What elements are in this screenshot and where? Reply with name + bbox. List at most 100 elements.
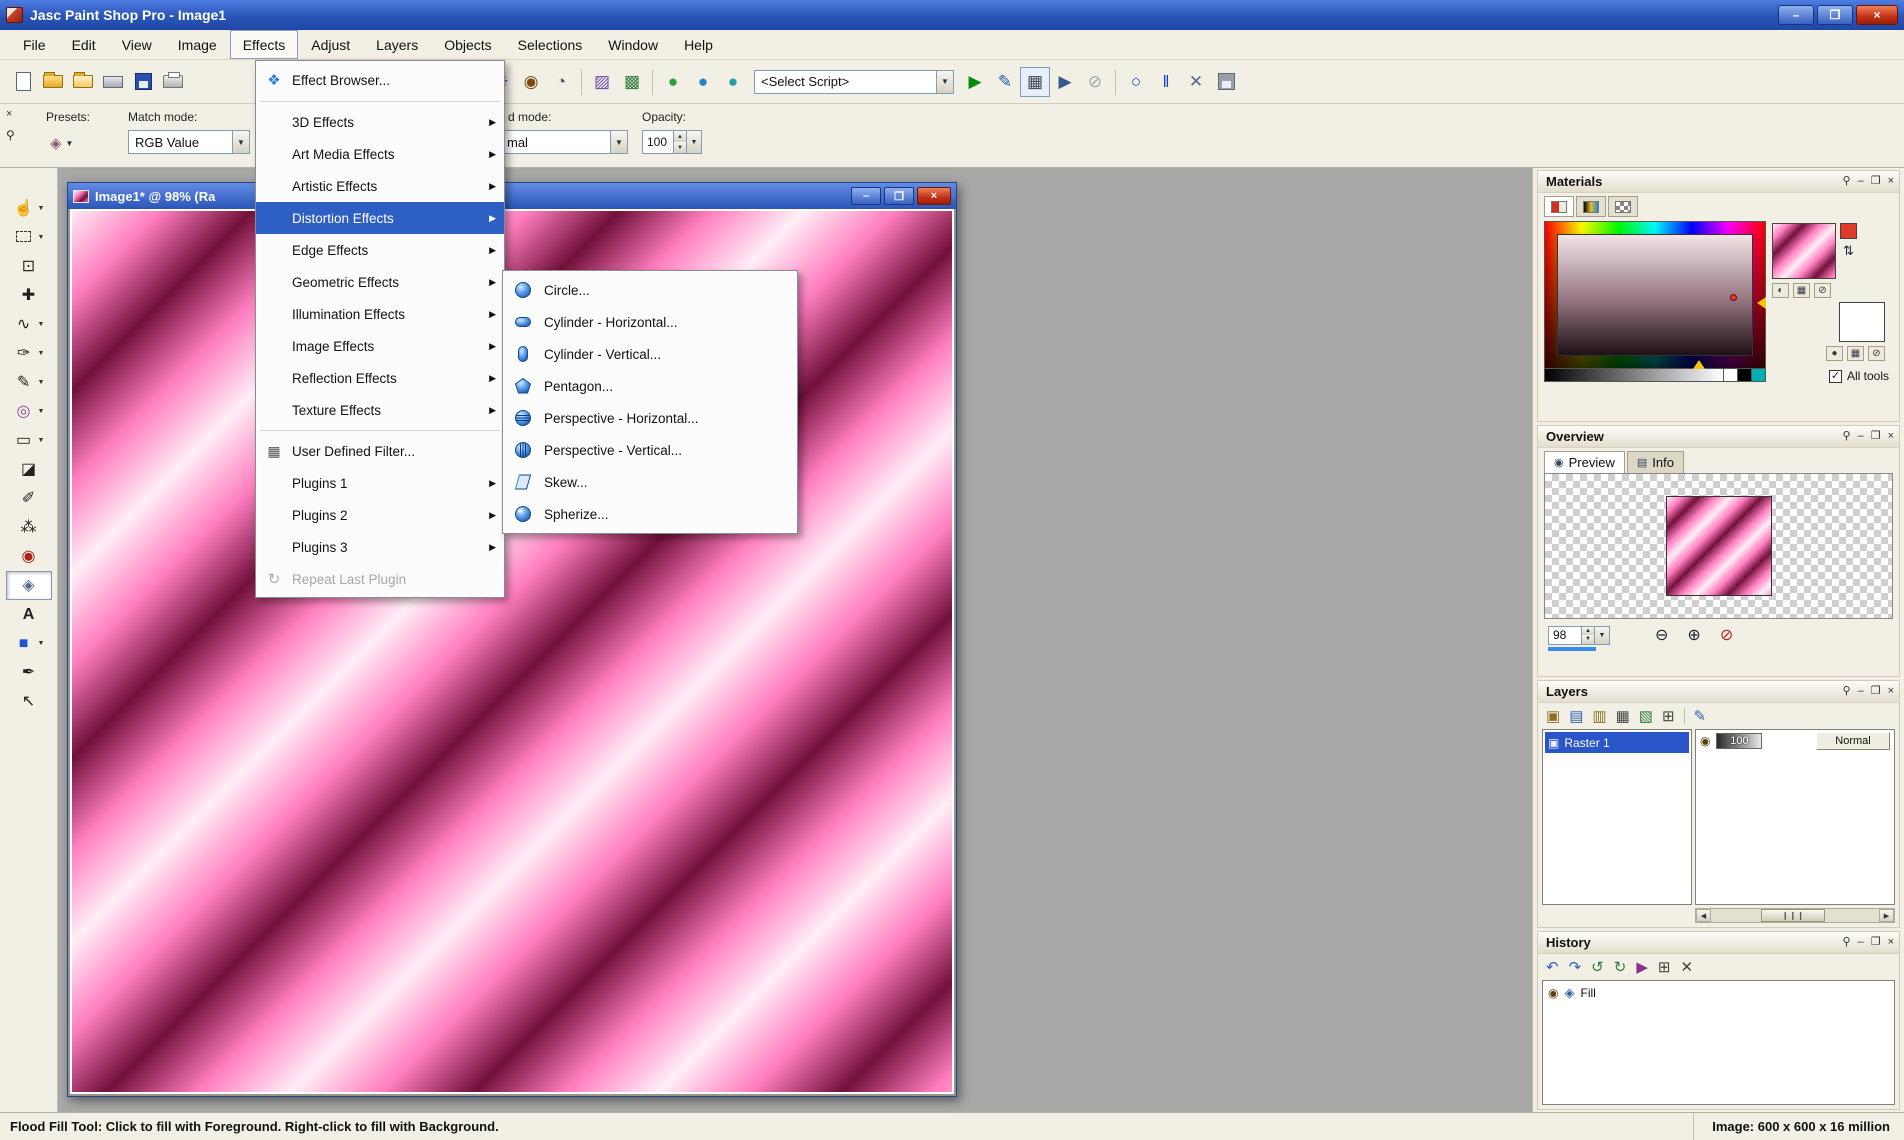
history-redo-to-here-button[interactable]: ↻ bbox=[1614, 958, 1627, 976]
layers-float-icon[interactable]: ❐ bbox=[1871, 686, 1881, 697]
print-button[interactable] bbox=[158, 67, 188, 97]
materials-pin-icon[interactable]: ⚲ bbox=[1843, 176, 1851, 187]
menu-help[interactable]: Help bbox=[671, 30, 726, 59]
web-toolbar-button-1[interactable]: ● bbox=[658, 67, 688, 97]
overview-thumbnail[interactable] bbox=[1666, 496, 1772, 596]
layers-minimize-icon[interactable]: – bbox=[1858, 686, 1864, 697]
submenu-item-cylinder-vertical[interactable]: Cylinder - Vertical... bbox=[503, 338, 797, 370]
history-pin-icon[interactable]: ⚲ bbox=[1843, 937, 1851, 948]
menu-item-distortion-effects[interactable]: Distortion Effects ▶ bbox=[256, 202, 504, 234]
texture-toggle-button[interactable]: ▦ bbox=[1793, 283, 1810, 298]
history-close-icon[interactable]: × bbox=[1888, 937, 1894, 948]
freehand-selection-tool[interactable]: ∿▼ bbox=[6, 310, 52, 339]
start-script-recording-button[interactable]: ○ bbox=[1121, 67, 1151, 97]
history-entry[interactable]: ◉ ◈ Fill bbox=[1545, 983, 1892, 1003]
document-close-button[interactable]: × bbox=[917, 187, 951, 205]
new-layer-group-button[interactable]: ▧ bbox=[1639, 707, 1653, 725]
menu-item-illumination-effects[interactable]: Illumination Effects ▶ bbox=[256, 298, 504, 330]
history-quickscript-button[interactable]: ▶ bbox=[1636, 958, 1648, 976]
bg-transparency-toggle-button[interactable]: ⊘ bbox=[1868, 346, 1885, 361]
open-image-button[interactable] bbox=[38, 67, 68, 97]
window-restore-button[interactable]: ❐ bbox=[1817, 5, 1853, 25]
preset-shape-tool[interactable]: ■▼ bbox=[6, 629, 52, 658]
blend-mode-arrow-icon[interactable]: ▼ bbox=[610, 131, 627, 153]
menu-item-texture-effects[interactable]: Texture Effects ▶ bbox=[256, 394, 504, 426]
layer-blend-mode-button[interactable]: Normal bbox=[1816, 732, 1890, 750]
submenu-item-perspective-vertical[interactable]: Perspective - Vertical... bbox=[503, 434, 797, 466]
presets-dropdown[interactable]: ◈ ▼ bbox=[46, 130, 96, 156]
scrollbar-thumb[interactable]: ❙❙❙ bbox=[1761, 909, 1825, 922]
overview-zoom-value[interactable]: 98 bbox=[1548, 626, 1582, 645]
clone-brush-tool[interactable]: ◪ bbox=[6, 455, 52, 484]
style-toggle-button[interactable]: ◐ bbox=[1772, 283, 1789, 298]
browse-button[interactable] bbox=[68, 67, 98, 97]
scrollbar-track[interactable]: ❙❙❙ bbox=[1711, 909, 1879, 922]
edit-selection-button[interactable]: ✎ bbox=[1694, 707, 1707, 725]
opacity-control[interactable]: 100 ▲ ▼ ▼ bbox=[642, 130, 702, 154]
bg-texture-toggle-button[interactable]: ▦ bbox=[1847, 346, 1864, 361]
cancel-script-button[interactable]: ⊘ bbox=[1080, 67, 1110, 97]
overview-panel-header[interactable]: Overview ⚲ – ❐ × bbox=[1538, 426, 1899, 448]
menu-view[interactable]: View bbox=[109, 30, 165, 59]
materials-close-icon[interactable]: × bbox=[1888, 176, 1894, 187]
saturation-box[interactable] bbox=[1557, 234, 1753, 356]
screen-capture-button[interactable]: ▩ bbox=[617, 67, 647, 97]
text-tool[interactable]: A bbox=[6, 600, 52, 629]
red-eye-tool[interactable]: ◉ bbox=[6, 542, 52, 571]
save-button[interactable] bbox=[128, 67, 158, 97]
history-float-icon[interactable]: ❐ bbox=[1871, 937, 1881, 948]
submenu-item-spherize[interactable]: Spherize... bbox=[503, 498, 797, 530]
zoom-in-button[interactable]: ⊕ bbox=[1687, 625, 1700, 645]
overview-minimize-icon[interactable]: – bbox=[1858, 431, 1864, 442]
web-toolbar-button-3[interactable]: ● bbox=[718, 67, 748, 97]
tool-options-close-icon[interactable]: × bbox=[6, 108, 12, 120]
menu-adjust[interactable]: Adjust bbox=[298, 30, 363, 59]
overview-float-icon[interactable]: ❐ bbox=[1871, 431, 1881, 442]
new-raster-layer-button[interactable]: ▣ bbox=[1546, 707, 1560, 725]
picture-tube-tool[interactable]: ◎▼ bbox=[6, 397, 52, 426]
menu-item-user-defined-filter[interactable]: ▦ User Defined Filter... bbox=[256, 435, 504, 467]
submenu-item-circle[interactable]: Circle... bbox=[503, 274, 797, 306]
layers-panel-header[interactable]: Layers ⚲ – ❐ × bbox=[1538, 681, 1899, 703]
opacity-spin-up-icon[interactable]: ▲ bbox=[674, 131, 686, 142]
history-undo-to-here-button[interactable]: ↺ bbox=[1591, 958, 1604, 976]
menu-layers[interactable]: Layers bbox=[363, 30, 431, 59]
overview-pin-icon[interactable]: ⚲ bbox=[1843, 431, 1851, 442]
hue-ring[interactable] bbox=[1544, 221, 1766, 369]
overview-close-icon[interactable]: × bbox=[1888, 431, 1894, 442]
paint-brush-tool[interactable]: ✎▼ bbox=[6, 368, 52, 397]
zoom-spin-up-icon[interactable]: ▲ bbox=[1582, 627, 1594, 636]
white-cell[interactable] bbox=[1723, 369, 1737, 381]
menu-item-plugins-1[interactable]: Plugins 1 ▶ bbox=[256, 467, 504, 499]
dropper-tool[interactable]: ✑▼ bbox=[6, 339, 52, 368]
new-image-button[interactable] bbox=[8, 67, 38, 97]
tool-options-pin-icon[interactable]: ⚲ bbox=[6, 128, 15, 142]
opacity-value[interactable]: 100 bbox=[642, 130, 674, 154]
duplicate-layer-button[interactable]: ⊞ bbox=[1662, 707, 1675, 725]
history-undo-button[interactable]: ↶ bbox=[1546, 958, 1559, 976]
document-minimize-button[interactable]: – bbox=[851, 187, 881, 205]
history-entry-eye-icon[interactable]: ◉ bbox=[1548, 986, 1558, 1000]
foreground-color-swatch[interactable] bbox=[1840, 223, 1857, 239]
submenu-item-skew[interactable]: Skew... bbox=[503, 466, 797, 498]
zoom-reset-button[interactable]: ⊘ bbox=[1720, 625, 1733, 645]
bg-style-toggle-button[interactable]: ● bbox=[1826, 346, 1843, 361]
layer-opacity-box[interactable]: 100 bbox=[1716, 733, 1762, 749]
match-mode-arrow-icon[interactable]: ▼ bbox=[232, 131, 249, 153]
black-cell[interactable] bbox=[1737, 369, 1751, 381]
submenu-item-pentagon[interactable]: Pentagon... bbox=[503, 370, 797, 402]
zoom-slider-bar[interactable] bbox=[1548, 647, 1596, 651]
menu-edit[interactable]: Edit bbox=[59, 30, 109, 59]
layers-pin-icon[interactable]: ⚲ bbox=[1843, 686, 1851, 697]
document-restore-button[interactable]: ❐ bbox=[884, 187, 914, 205]
hue-marker-bottom[interactable] bbox=[1693, 360, 1705, 369]
all-tools-checkbox[interactable]: ✓ bbox=[1829, 370, 1842, 383]
scroll-left-icon[interactable]: ◀ bbox=[1696, 909, 1711, 922]
histogram-button[interactable]: ◔ bbox=[546, 67, 576, 97]
document-titlebar[interactable]: Image1* @ 98% (Ra – ❐ × bbox=[68, 183, 956, 209]
flood-fill-tool[interactable]: ◈ bbox=[6, 571, 52, 600]
submenu-item-perspective-horizontal[interactable]: Perspective - Horizontal... bbox=[503, 402, 797, 434]
zoom-out-button[interactable]: ⊖ bbox=[1655, 625, 1668, 645]
web-toolbar-button-2[interactable]: ● bbox=[688, 67, 718, 97]
layers-close-icon[interactable]: × bbox=[1888, 686, 1894, 697]
